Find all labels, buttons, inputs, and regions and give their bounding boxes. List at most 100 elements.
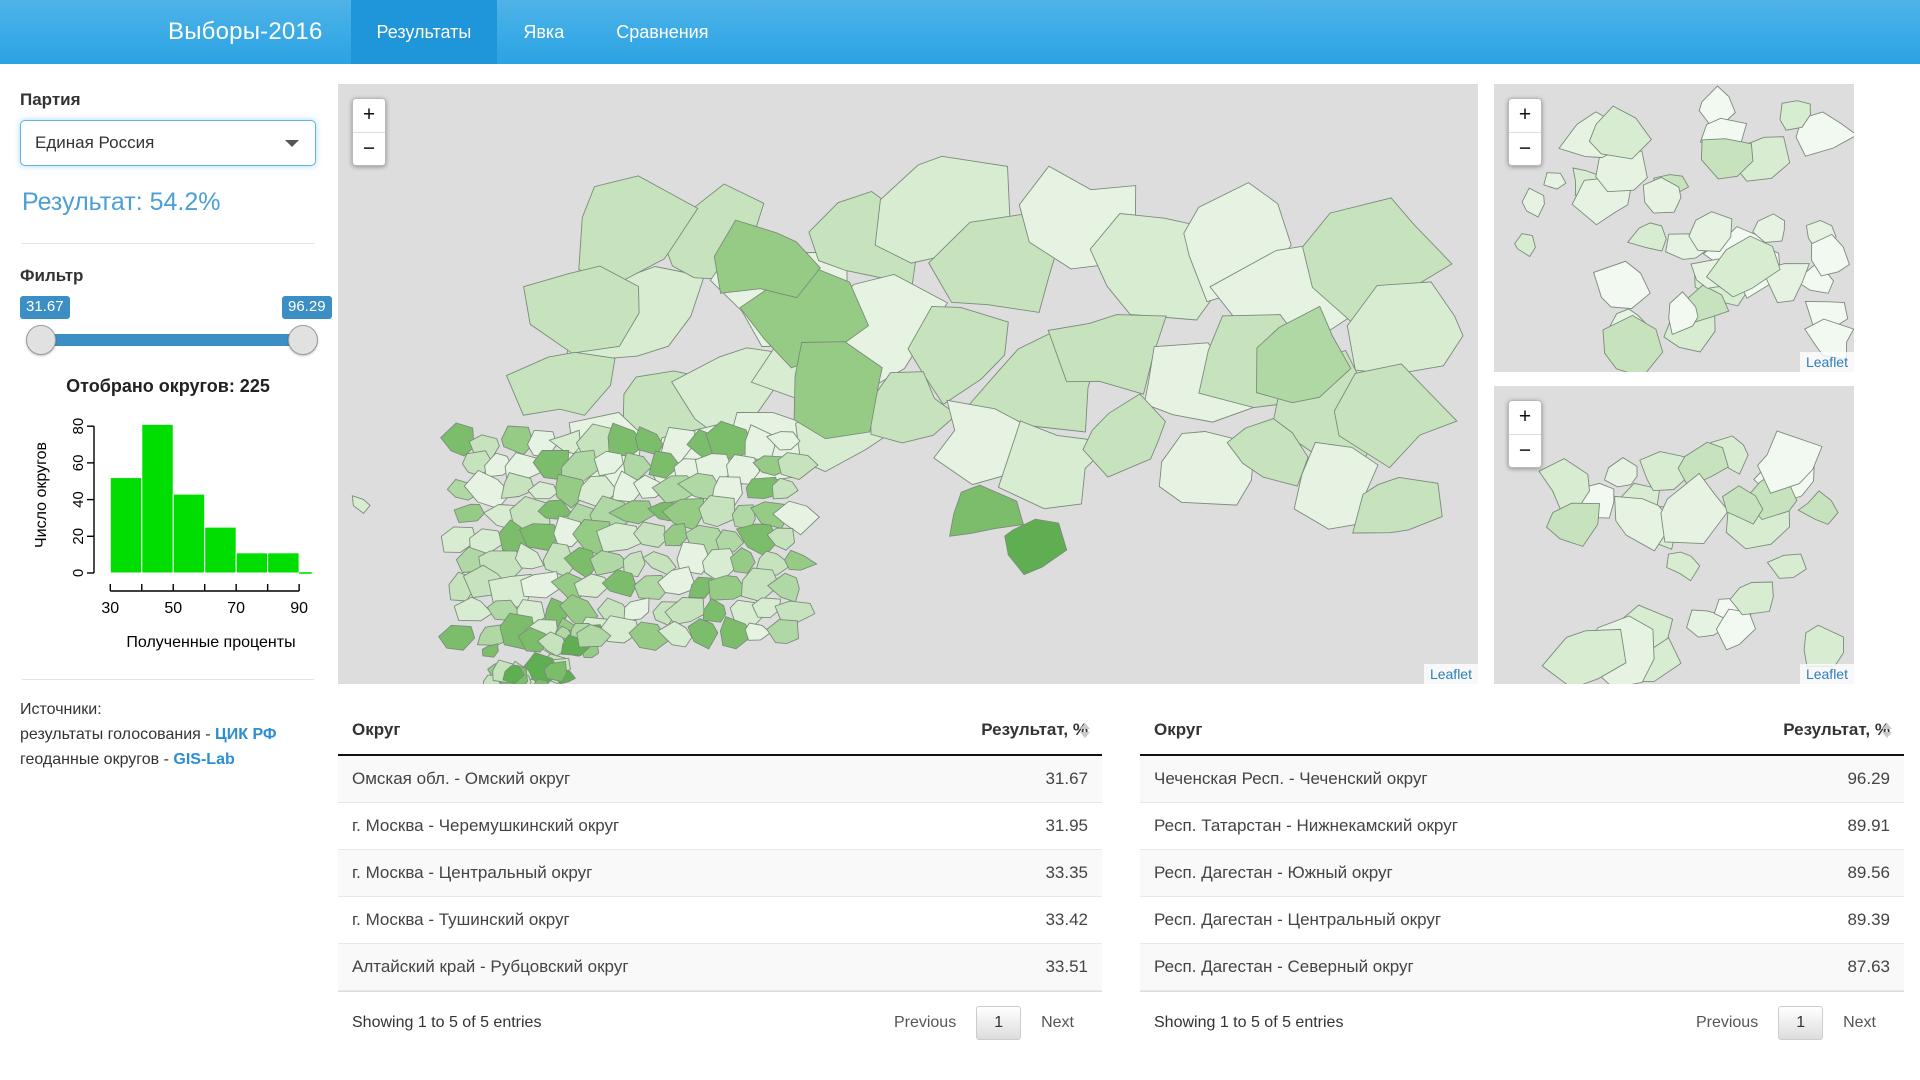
pagination: Previous 1 Next [1682, 1006, 1890, 1040]
cell-district: Чеченская Респ. - Чеченский округ [1140, 755, 1684, 803]
cell-district: г. Москва - Черемушкинский округ [338, 802, 868, 850]
tables-row: Округ Результат, % Омская обл. - Омский … [338, 710, 1904, 1040]
pagination-page-1[interactable]: 1 [976, 1006, 1022, 1040]
map-russia-main[interactable]: + − Leaflet [338, 84, 1478, 684]
cell-result: 31.67 [867, 755, 1102, 803]
cell-result: 89.39 [1683, 896, 1904, 944]
navbar: Выборы-2016 Результаты Явка Сравнения [0, 0, 1920, 64]
table-footer-right: Showing 1 to 5 of 5 entries Previous 1 N… [1140, 991, 1904, 1040]
table-row[interactable]: Респ. Дагестан - Южный округ 89.56 [1140, 849, 1904, 897]
result-summary: Результат: 54.2% [22, 188, 221, 216]
zoom-in-button[interactable]: + [353, 99, 385, 132]
cell-district: г. Москва - Тушинский округ [338, 896, 868, 944]
pagination-page-1[interactable]: 1 [1778, 1006, 1824, 1040]
svg-text:30: 30 [101, 600, 119, 617]
nav-tab-comparisons[interactable]: Сравнения [590, 0, 734, 64]
cell-district: Респ. Дагестан - Северный округ [1140, 943, 1684, 991]
svg-text:20: 20 [70, 528, 87, 545]
svg-text:80: 80 [70, 418, 87, 435]
party-label: Партия [20, 90, 81, 109]
zoom-out-button[interactable]: − [353, 132, 385, 165]
navbar-brand[interactable]: Выборы-2016 [168, 0, 351, 64]
histogram-svg: 0 20 40 60 80 Число округов 30 50 70 90 Полученные… [33, 418, 312, 651]
zoom-in-button[interactable]: + [1509, 99, 1541, 132]
histogram-chart: 0 20 40 60 80 Число округов 30 50 70 90 Полученные… [26, 403, 326, 653]
pagination-previous[interactable]: Previous [880, 1007, 970, 1039]
sources-line-1: результаты голосования - ЦИК РФ [20, 723, 316, 748]
col-header-result[interactable]: Результат, % [1683, 710, 1904, 756]
pagination-previous[interactable]: Previous [1682, 1007, 1772, 1039]
cell-district: Омская обл. - Омский округ [338, 755, 868, 803]
slider-track[interactable] [30, 334, 312, 346]
link-gis-lab[interactable]: GIS-Lab [173, 751, 234, 768]
table-row[interactable]: Респ. Татарстан - Нижнекамский округ 89.9… [1140, 802, 1904, 850]
table-lowest-results: Округ Результат, % Омская обл. - Омский … [338, 710, 1102, 1040]
cell-result: 33.35 [867, 849, 1102, 897]
table-row[interactable]: Алтайский край - Рубцовский округ 33.51 [338, 943, 1102, 991]
main-content: + − Leaflet + − Leaflet + − Leaflet Окру… [338, 64, 1920, 1080]
sources-line-1-text: результаты голосования - [20, 725, 216, 743]
cell-result: 89.56 [1683, 849, 1904, 897]
filter-label: Фильтр [20, 266, 84, 285]
map-main-zoom-controls[interactable]: + − [352, 98, 386, 166]
sidebar: Партия Единая Россия Результат: 54.2% Фи… [0, 64, 338, 1080]
table-row[interactable]: Чеченская Респ. - Чеченский округ 96.29 [1140, 755, 1904, 803]
cell-district: Алтайский край - Рубцовский округ [338, 943, 868, 991]
leaflet-credit[interactable]: Leaflet [1799, 352, 1854, 372]
svg-text:40: 40 [70, 491, 87, 508]
cell-result: 89.91 [1683, 802, 1904, 850]
col-header-result-label: Результат, % [981, 720, 1088, 739]
col-header-district[interactable]: Округ [338, 710, 868, 756]
map-far-east-svg [1538, 430, 1845, 684]
col-header-district[interactable]: Округ [1140, 710, 1684, 756]
pagination-next[interactable]: Next [1027, 1007, 1088, 1039]
slider-handle-max[interactable] [288, 325, 318, 355]
cell-result: 87.63 [1683, 943, 1904, 991]
svg-text:0: 0 [70, 569, 87, 577]
map-kaliningrad-svg [1514, 85, 1854, 372]
svg-text:60: 60 [70, 455, 87, 472]
slider-handle-min[interactable] [26, 325, 56, 355]
sources-line-2-text: геоданные округов - [20, 750, 174, 768]
leaflet-credit[interactable]: Leaflet [1799, 664, 1854, 684]
sources-heading: Источники: [20, 701, 102, 718]
cell-result: 33.51 [867, 943, 1102, 991]
side-maps-column: + − Leaflet + − Leaflet [1494, 84, 1854, 684]
slider-max-value: 96.29 [282, 296, 332, 319]
table-row[interactable]: г. Москва - Черемушкинский округ 31.95 [338, 802, 1102, 850]
zoom-out-button[interactable]: − [1509, 132, 1541, 165]
col-header-result[interactable]: Результат, % [867, 710, 1102, 756]
nav-tab-results[interactable]: Результаты [350, 0, 498, 64]
map-far-east-zoom-controls[interactable]: + − [1508, 400, 1542, 468]
sources-block: Источники: результаты голосования - ЦИК … [20, 698, 316, 772]
sort-icon[interactable] [1080, 723, 1090, 741]
svg-text:Полученные проценты: Полученные проценты [126, 634, 295, 651]
map-kaliningrad[interactable]: + − Leaflet [1494, 84, 1854, 372]
nav-tab-turnout[interactable]: Явка [497, 0, 590, 64]
table-header-row: Округ Результат, % [1140, 710, 1904, 756]
leaflet-credit[interactable]: Leaflet [1423, 664, 1478, 684]
zoom-out-button[interactable]: − [1509, 434, 1541, 467]
sort-icon[interactable] [1882, 723, 1892, 741]
pagination: Previous 1 Next [880, 1006, 1088, 1040]
table-row[interactable]: г. Москва - Тушинский округ 33.42 [338, 896, 1102, 944]
map-far-east[interactable]: + − Leaflet [1494, 386, 1854, 684]
cell-result: 33.42 [867, 896, 1102, 944]
table-row[interactable]: Респ. Дагестан - Центральный округ 89.39 [1140, 896, 1904, 944]
pagination-next[interactable]: Next [1829, 1007, 1890, 1039]
table-row[interactable]: Омская обл. - Омский округ 31.67 [338, 755, 1102, 803]
cell-district: Респ. Дагестан - Южный округ [1140, 849, 1684, 897]
table-highest-results: Округ Результат, % Чеченская Респ. - Чеч… [1140, 710, 1904, 1040]
zoom-in-button[interactable]: + [1509, 401, 1541, 434]
slider-min-value: 31.67 [20, 296, 70, 319]
link-cik-rf[interactable]: ЦИК РФ [215, 726, 277, 743]
table-row[interactable]: г. Москва - Центральный округ 33.35 [338, 849, 1102, 897]
table-row[interactable]: Респ. Дагестан - Северный округ 87.63 [1140, 943, 1904, 991]
party-select[interactable]: Единая Россия [20, 120, 316, 166]
party-select-value: Единая Россия [35, 133, 155, 152]
cell-district: Респ. Татарстан - Нижнекамский округ [1140, 802, 1684, 850]
svg-text:Число округов: Число округов [33, 442, 50, 548]
map-kaliningrad-zoom-controls[interactable]: + − [1508, 98, 1542, 166]
maps-row: + − Leaflet + − Leaflet + − Leaflet [338, 84, 1904, 684]
range-slider[interactable]: 31.67 96.29 [20, 296, 332, 368]
